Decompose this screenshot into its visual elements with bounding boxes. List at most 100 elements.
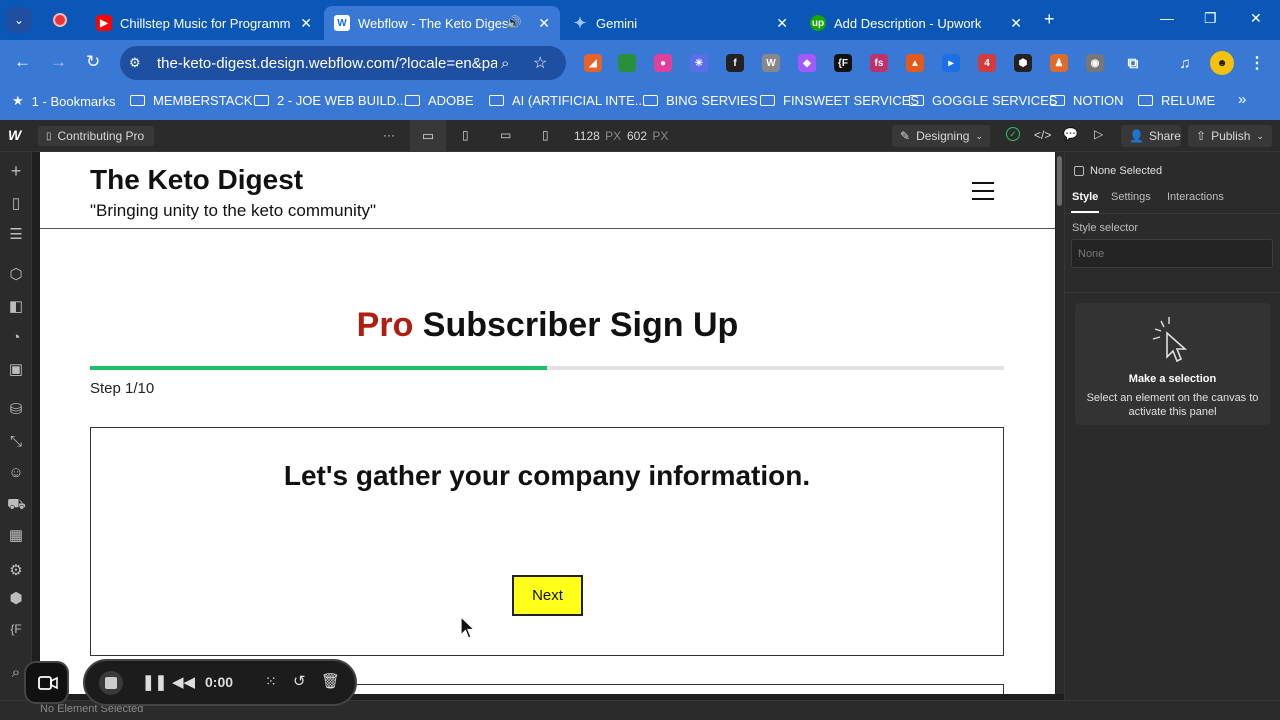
- tab-upwork[interactable]: up Add Description - Upwork ✕: [800, 6, 1032, 40]
- scrollbar-thumb[interactable]: [1057, 156, 1062, 206]
- status-check-icon[interactable]: ✓: [1006, 127, 1020, 141]
- bookmark-folder[interactable]: BING SERVIES: [643, 93, 758, 108]
- canvas-width[interactable]: 1128 PX: [574, 129, 621, 143]
- breakpoint-landscape-icon[interactable]: ▭: [500, 128, 511, 142]
- audio-icon[interactable]: 🔊: [506, 15, 522, 31]
- publish-button[interactable]: ⇧ Publish ⌄: [1188, 125, 1272, 147]
- style-guide-icon[interactable]: ◧: [7, 298, 25, 316]
- tab-chillstep[interactable]: ▶ Chillstep Music for Programmin ✕: [86, 6, 322, 40]
- style-selector-input[interactable]: None: [1071, 239, 1273, 268]
- share-button[interactable]: 👤 Share: [1121, 125, 1181, 147]
- add-icon[interactable]: +: [7, 162, 25, 180]
- bookmark-folder[interactable]: 2 - JOE WEB BUILD...: [254, 93, 407, 108]
- chrome-menu-icon[interactable]: ⋮: [1248, 54, 1266, 72]
- new-tab-button[interactable]: +: [1044, 9, 1055, 30]
- breakpoint-desktop-icon[interactable]: ▭: [410, 120, 446, 151]
- pause-icon[interactable]: ❚❚: [142, 673, 167, 691]
- minimize-icon[interactable]: —: [1160, 10, 1174, 26]
- pages-icon[interactable]: ▯: [7, 195, 25, 213]
- forward-icon[interactable]: →: [50, 52, 67, 72]
- design-canvas[interactable]: The Keto Digest "Bringing unity to the k…: [40, 152, 1055, 694]
- tab-gemini[interactable]: ✦ Gemini ✕: [562, 6, 798, 40]
- restart-icon[interactable]: ↺: [293, 672, 306, 690]
- finsweet-icon[interactable]: {F: [7, 620, 25, 638]
- more-icon[interactable]: ···: [383, 128, 395, 142]
- window-close-icon[interactable]: ✕: [1250, 10, 1262, 27]
- bookmark-folder[interactable]: GOGGLE SERVICES: [909, 93, 1057, 108]
- tab-webflow[interactable]: W Webflow - The Keto Digest 🔊 ✕: [324, 6, 560, 40]
- tab-interactions[interactable]: Interactions: [1167, 191, 1224, 203]
- address-bar[interactable]: ⚙ the-keto-digest.design.webflow.com/?lo…: [120, 46, 566, 80]
- package-icon[interactable]: ⬢: [7, 590, 25, 608]
- extensions-puzzle-icon[interactable]: ⧉: [1124, 54, 1142, 72]
- extension-icon-12[interactable]: 4: [978, 54, 996, 72]
- site-tagline[interactable]: "Bringing unity to the keto community": [90, 201, 376, 221]
- close-icon[interactable]: ✕: [1010, 15, 1022, 32]
- code-icon[interactable]: </>: [1034, 128, 1051, 142]
- extension-icon-8[interactable]: {F: [834, 54, 852, 72]
- search-icon[interactable]: ⌕: [7, 664, 25, 682]
- recording-indicator-icon[interactable]: [53, 13, 67, 27]
- page-headline[interactable]: Pro Subscriber Sign Up: [40, 306, 1055, 345]
- tab-search-button[interactable]: ⌄: [6, 7, 32, 33]
- extension-icon-5[interactable]: f: [726, 54, 744, 72]
- close-icon[interactable]: ✕: [538, 15, 550, 32]
- breakpoint-mobile-icon[interactable]: ▯: [542, 128, 549, 142]
- next-button[interactable]: Next: [512, 575, 583, 616]
- more-bookmarks-icon[interactable]: »: [1238, 91, 1246, 108]
- extension-icon-9[interactable]: fs: [870, 54, 888, 72]
- bookmark-item[interactable]: ★ 1 - Bookmarks: [12, 93, 115, 109]
- menu-hamburger-icon[interactable]: [972, 182, 994, 206]
- back-icon[interactable]: ←: [14, 52, 31, 72]
- bookmark-folder[interactable]: FINSWEET SERVICES: [760, 93, 919, 108]
- canvas-height[interactable]: 602 PX: [627, 129, 668, 143]
- bookmark-folder[interactable]: RELUME: [1138, 93, 1215, 108]
- bookmark-folder[interactable]: MEMBERSTACK: [130, 93, 252, 108]
- ecommerce-icon[interactable]: ⛟: [7, 496, 26, 514]
- profile-avatar[interactable]: ☻: [1210, 51, 1234, 75]
- search-icon[interactable]: ⌕: [501, 55, 509, 72]
- assets-icon[interactable]: ▣: [7, 361, 25, 379]
- comments-icon[interactable]: 💬: [1063, 127, 1078, 141]
- bookmark-folder[interactable]: ADOBE: [405, 93, 474, 108]
- tab-style[interactable]: Style: [1072, 191, 1098, 203]
- camera-extension-icon[interactable]: ◉: [1086, 54, 1104, 72]
- canvas-scrollbar[interactable]: [1056, 152, 1064, 694]
- bookmark-folder[interactable]: AI (ARTIFICIAL INTE...: [489, 93, 646, 108]
- tab-settings[interactable]: Settings: [1111, 191, 1151, 203]
- rewind-icon[interactable]: ◀◀: [172, 673, 195, 691]
- extension-icon-1[interactable]: ◢: [584, 54, 602, 72]
- extension-icon-10[interactable]: ▲: [906, 54, 924, 72]
- logic-icon[interactable]: ⤡: [7, 433, 25, 451]
- grid-icon[interactable]: ⁙: [265, 673, 277, 690]
- settings-icon[interactable]: ⚙: [7, 562, 25, 580]
- extension-icon-2[interactable]: [618, 54, 636, 72]
- bookmark-star-icon[interactable]: ☆: [533, 53, 547, 73]
- stop-button[interactable]: [99, 671, 123, 695]
- camera-toggle-button[interactable]: [24, 661, 69, 704]
- restore-icon[interactable]: ❐: [1204, 10, 1217, 27]
- webflow-logo-icon[interactable]: W: [8, 127, 21, 143]
- extension-icon-6[interactable]: W: [762, 54, 780, 72]
- bookmark-folder[interactable]: NOTION: [1050, 93, 1124, 108]
- extension-icon-14[interactable]: ♟: [1050, 54, 1068, 72]
- media-control-icon[interactable]: ♫: [1176, 54, 1194, 72]
- mode-dropdown[interactable]: ✎ Designing ⌄: [892, 125, 990, 147]
- extension-icon-11[interactable]: ▸: [942, 54, 960, 72]
- form-step-box[interactable]: Let's gather your company information. N…: [90, 427, 1004, 656]
- page-selector[interactable]: ▯ Contributing Pro: [38, 126, 154, 146]
- navigator-icon[interactable]: ☰: [7, 226, 25, 244]
- extension-icon-3[interactable]: ●: [654, 54, 672, 72]
- components-icon[interactable]: ⬡: [7, 266, 25, 284]
- cms-icon[interactable]: ⛁: [7, 401, 25, 419]
- preview-play-icon[interactable]: ▷: [1094, 127, 1103, 141]
- breakpoint-tablet-icon[interactable]: ▯: [462, 128, 469, 142]
- site-title[interactable]: The Keto Digest: [90, 164, 303, 196]
- variables-icon[interactable]: ◔: [7, 329, 25, 347]
- close-icon[interactable]: ✕: [776, 15, 788, 32]
- site-settings-icon[interactable]: ⚙: [129, 55, 141, 71]
- users-icon[interactable]: ☺: [7, 464, 25, 482]
- apps-icon[interactable]: ▦: [7, 527, 25, 545]
- close-icon[interactable]: ✕: [300, 15, 312, 32]
- extension-icon-7[interactable]: ◆: [798, 54, 816, 72]
